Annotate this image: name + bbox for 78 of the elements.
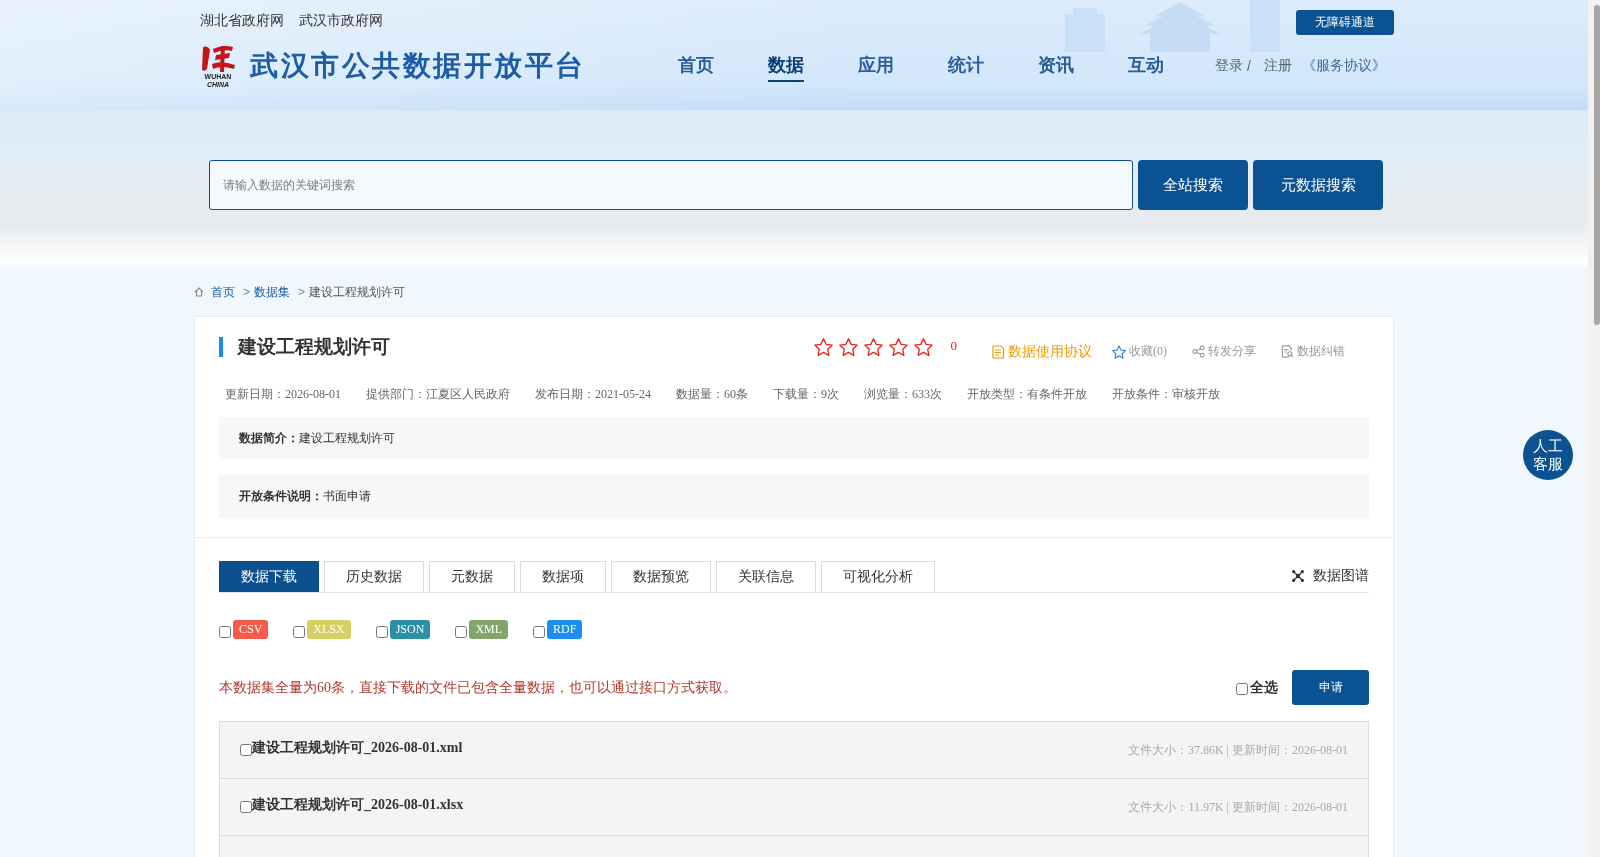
meta-item: 浏览量：633次 [864,385,942,403]
tab[interactable]: 数据项 [520,561,606,592]
checkbox[interactable] [293,626,306,638]
dataset-title: 建设工程规划许可 [238,335,390,359]
accessibility-button[interactable]: 无障碍通道 [1296,10,1394,35]
star-icon[interactable] [838,338,858,356]
checkbox[interactable] [375,626,388,638]
star-icon[interactable] [913,338,933,356]
home-icon [194,287,204,297]
checkbox[interactable] [533,626,546,638]
site-title: 武汉市公共数据开放平台 [250,49,586,83]
file-info: 文件大小：11.97K | 更新时间：2026-08-01 [1128,798,1348,816]
checkbox[interactable] [1236,682,1248,695]
search-field[interactable]: 请输入数据的关键词搜索 [209,160,1133,210]
star-icon[interactable] [863,338,883,356]
breadcrumb-separator: > [298,285,306,299]
meta-item: 发布日期：2021-05-24 [535,385,651,403]
select-all-label: 全选 [1250,678,1278,697]
nav-item[interactable]: 数据 [767,50,804,82]
network-icon [1292,569,1304,582]
meta-item: 开放类型：有条件开放 [967,385,1087,403]
nav-item[interactable]: 互动 [1127,50,1164,82]
service-agreement-link[interactable]: 《服务协议》 [1302,57,1386,75]
breadcrumb-current: 建设工程规划许可 [309,283,406,301]
customer-service-button[interactable]: 人工客服 [1523,430,1573,480]
breadcrumb-separator: > [243,285,250,299]
dataset-intro: 数据简介：建设工程规划许可 [219,417,1369,459]
tab[interactable]: 关联信息 [716,561,816,592]
document-search-icon [1281,345,1294,358]
nav-item[interactable]: 资讯 [1037,50,1074,82]
gov-site-link[interactable]: 武汉市政府网 [299,10,383,30]
star-icon[interactable] [813,338,833,356]
search-button[interactable]: 全站搜索 [1138,160,1248,210]
star-icon [1112,344,1126,359]
link-separator: / [1247,58,1251,74]
login-link[interactable]: 登录 [1215,57,1244,75]
format-tag: RDF [547,619,583,639]
format-tag: XML [469,619,509,639]
file-name[interactable]: 建设工程规划许可_2026-08-01.xlsx [252,796,464,814]
nav-item[interactable]: 应用 [857,50,894,82]
breadcrumb-link[interactable]: 首页 [211,283,235,301]
nav-item[interactable]: 统计 [947,50,984,82]
meta-item: 更新日期：2026-08-01 [225,385,341,403]
checkbox[interactable] [240,744,252,756]
register-link[interactable]: 注册 [1264,57,1292,75]
tab[interactable]: 元数据 [429,561,515,592]
tab[interactable]: 数据预览 [611,561,711,592]
apply-button[interactable]: 申请 [1292,670,1369,705]
format-tag: XLSX [307,619,351,639]
tab[interactable]: 历史数据 [324,561,424,592]
file-name[interactable]: 建设工程规划许可_2026-08-01.xml [252,739,463,757]
open-condition-note: 开放条件说明：书面申请 [219,475,1369,518]
checkbox[interactable] [455,626,468,638]
search-button[interactable]: 元数据搜索 [1253,160,1383,210]
meta-item: 开放条件：审核开放 [1112,385,1220,403]
scrollbar-thumb[interactable] [1594,5,1600,325]
document-icon [991,344,1005,359]
file-info: 文件大小：37.86K | 更新时间：2026-08-01 [1127,741,1348,759]
checkbox[interactable] [219,626,231,638]
breadcrumb-link[interactable]: 数据集 [254,283,290,301]
checkbox[interactable] [240,801,252,813]
title-accent-bar [219,337,223,357]
logo-icon [199,43,237,73]
meta-item: 数据量：60条 [676,385,748,403]
share-icon [1192,345,1205,358]
format-tag: JSON [389,619,431,639]
download-notice: 本数据集全量为60条，直接下载的文件已包含全量数据，也可以通过接口方式获取。 [219,678,737,697]
gov-site-link[interactable]: 湖北省政府网 [200,10,284,30]
rating-count: 0 [950,338,957,354]
tab[interactable]: 可视化分析 [821,561,935,592]
tab[interactable]: 数据下载 [219,561,319,592]
meta-item: 提供部门：江夏区人民政府 [366,385,510,403]
data-graph-link[interactable]: 数据图谱 [1292,561,1369,592]
format-tag: CSV [233,619,269,639]
nav-item[interactable]: 首页 [677,50,714,82]
star-icon[interactable] [888,338,908,356]
meta-item: 下载量：9次 [773,385,839,403]
scrollbar[interactable] [1588,0,1600,857]
